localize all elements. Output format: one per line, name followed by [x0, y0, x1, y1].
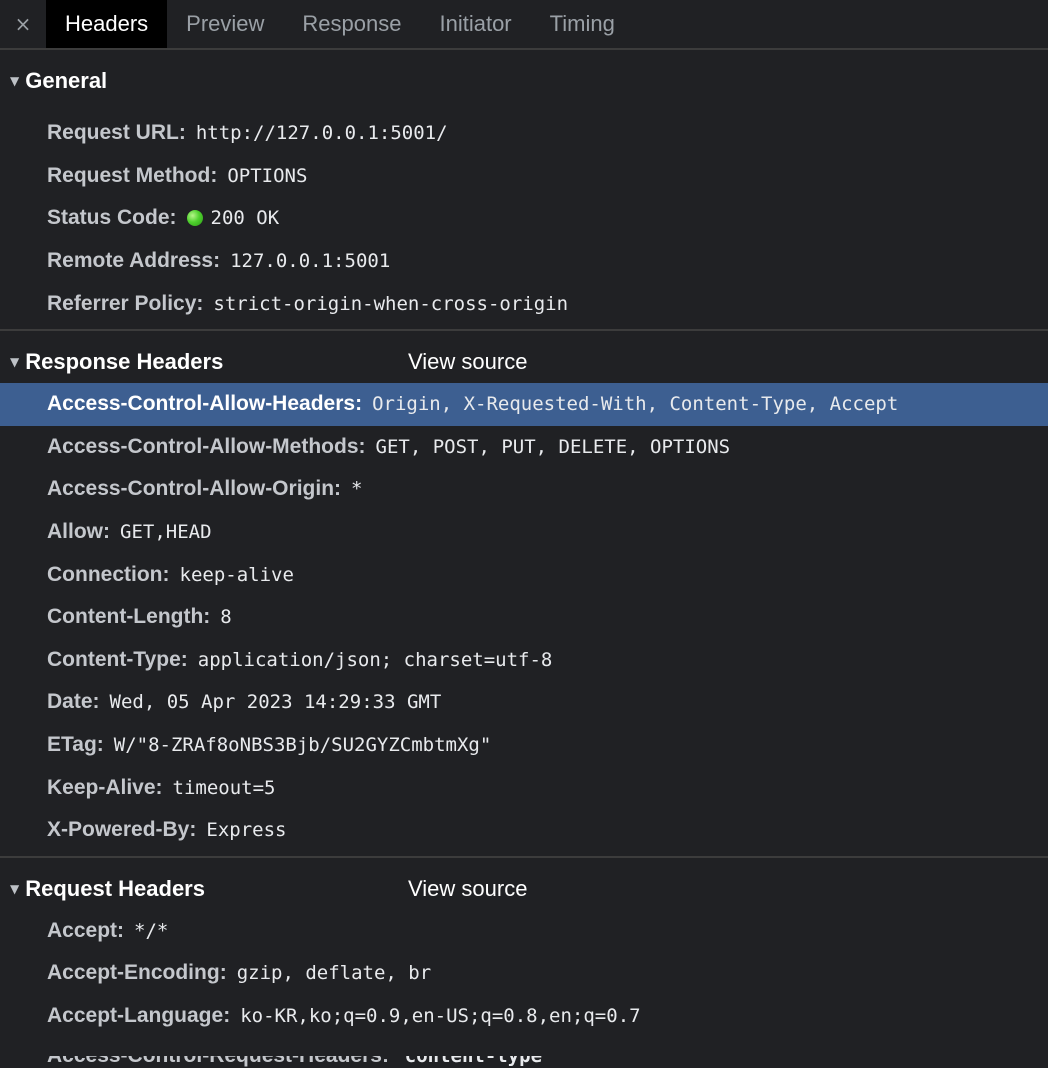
tab-response[interactable]: Response — [283, 0, 420, 48]
header-value: content-type — [404, 1056, 543, 1067]
section-title: Request Headers — [25, 875, 205, 901]
response-headers-section: ▼ Response Headers View source Access-Co… — [0, 331, 1048, 858]
header-value: 127.0.0.1:5001 — [230, 250, 391, 273]
header-name: Allow — [47, 520, 103, 544]
header-name: Accept — [47, 918, 118, 942]
header-value: Express — [206, 819, 287, 842]
tab-timing[interactable]: Timing — [531, 0, 634, 48]
header-row[interactable]: Date: Wed, 05 Apr 2023 14:29:33 GMT — [0, 681, 1048, 724]
expand-triangle-icon: ▼ — [10, 881, 20, 896]
header-row[interactable]: Remote Address: 127.0.0.1:5001 — [0, 240, 1048, 283]
header-row[interactable]: Accept-Language: ko-KR,ko;q=0.9,en-US;q=… — [0, 995, 1048, 1038]
header-name: Referrer Policy — [47, 291, 197, 315]
request-headers-section-header[interactable]: ▼ Request Headers View source — [0, 858, 1048, 920]
header-name: Access-Control-Allow-Methods — [47, 434, 359, 458]
status-ok-icon — [186, 210, 203, 227]
header-value: application/json; charset=utf-8 — [197, 648, 553, 671]
header-name: Access-Control-Request-Headers — [47, 1056, 382, 1067]
tab-preview[interactable]: Preview — [167, 0, 283, 48]
header-row[interactable]: Request Method: OPTIONS — [0, 155, 1048, 198]
header-value: OPTIONS — [227, 164, 308, 187]
header-value: */* — [134, 919, 169, 942]
header-value: 8 — [220, 606, 232, 629]
header-row[interactable]: Access-Control-Allow-Origin: * — [0, 468, 1048, 511]
close-icon[interactable]: × — [0, 0, 46, 48]
header-name: Accept-Encoding — [47, 961, 220, 985]
header-row[interactable]: Request URL: http://127.0.0.1:5001/ — [0, 112, 1048, 155]
header-row[interactable]: Status Code: 200 OK — [0, 197, 1048, 240]
header-name: Content-Length — [47, 605, 204, 629]
view-source-link[interactable]: View source — [408, 876, 527, 902]
section-title: General — [25, 68, 108, 93]
header-name: Request URL — [47, 121, 179, 145]
tab-headers[interactable]: Headers — [46, 0, 168, 48]
header-row[interactable]: Allow: GET,HEAD — [0, 511, 1048, 554]
header-name: Connection — [47, 562, 163, 586]
header-value: timeout=5 — [172, 776, 276, 799]
header-name: Date — [47, 690, 93, 714]
header-name: Access-Control-Allow-Headers — [47, 392, 356, 416]
header-name: Request Method — [47, 163, 211, 187]
header-value: W/"8-ZRAf8oNBS3Bjb/SU2GYZCmbtmXg" — [113, 734, 492, 757]
header-value: strict-origin-when-cross-origin — [213, 292, 569, 315]
response-headers-section-header[interactable]: ▼ Response Headers View source — [0, 331, 1048, 393]
expand-triangle-icon: ▼ — [10, 74, 20, 88]
header-row[interactable]: Keep-Alive: timeout=5 — [0, 766, 1048, 809]
header-name: Status Code — [47, 206, 170, 230]
devtools-network-panel: × Headers Preview Response Initiator Tim… — [0, 0, 1048, 1068]
header-value: Wed, 05 Apr 2023 14:29:33 GMT — [109, 691, 442, 714]
header-name: Keep-Alive — [47, 775, 156, 799]
header-row[interactable]: X-Powered-By: Express — [0, 809, 1048, 852]
header-name: Access-Control-Allow-Origin — [47, 477, 335, 501]
header-value: GET,HEAD — [120, 521, 212, 544]
header-name: Content-Type — [47, 647, 181, 671]
cutoff-row: Access-Control-Request-Headers: content-… — [0, 1056, 1048, 1068]
header-value: http://127.0.0.1:5001/ — [195, 122, 448, 145]
tab-initiator[interactable]: Initiator — [420, 0, 530, 48]
header-value: keep-alive — [179, 563, 294, 586]
general-section: ▼ General Request URL: http://127.0.0.1:… — [0, 50, 1048, 331]
header-value: 200 OK — [210, 207, 280, 230]
header-name: Accept-Language — [47, 1003, 224, 1027]
header-value: GET, POST, PUT, DELETE, OPTIONS — [375, 435, 731, 458]
general-section-header[interactable]: ▼ General — [0, 50, 1048, 112]
header-value: Origin, X-Requested-With, Content-Type, … — [372, 393, 899, 416]
header-row[interactable]: Accept-Encoding: gzip, deflate, br — [0, 952, 1048, 995]
request-headers-section: ▼ Request Headers View source Accept: */… — [0, 858, 1048, 1042]
section-title: Response Headers — [25, 348, 224, 374]
header-value: gzip, deflate, br — [236, 962, 432, 985]
header-name: Remote Address — [47, 249, 214, 273]
header-row[interactable]: Content-Length: 8 — [0, 596, 1048, 639]
header-row[interactable]: Referrer Policy: strict-origin-when-cros… — [0, 282, 1048, 325]
header-value: ko-KR,ko;q=0.9,en-US;q=0.8,en;q=0.7 — [240, 1004, 641, 1027]
header-name: X-Powered-By — [47, 818, 190, 842]
header-value: * — [351, 478, 363, 501]
header-row[interactable]: ETag: W/"8-ZRAf8oNBS3Bjb/SU2GYZCmbtmXg" — [0, 724, 1048, 767]
expand-triangle-icon: ▼ — [10, 354, 20, 369]
header-row[interactable]: Content-Type: application/json; charset=… — [0, 639, 1048, 682]
header-name: ETag — [47, 733, 97, 757]
view-source-link[interactable]: View source — [408, 349, 527, 375]
header-row[interactable]: Connection: keep-alive — [0, 553, 1048, 596]
header-row[interactable]: Access-Control-Allow-Methods: GET, POST,… — [0, 426, 1048, 469]
tab-bar: × Headers Preview Response Initiator Tim… — [0, 0, 1048, 50]
